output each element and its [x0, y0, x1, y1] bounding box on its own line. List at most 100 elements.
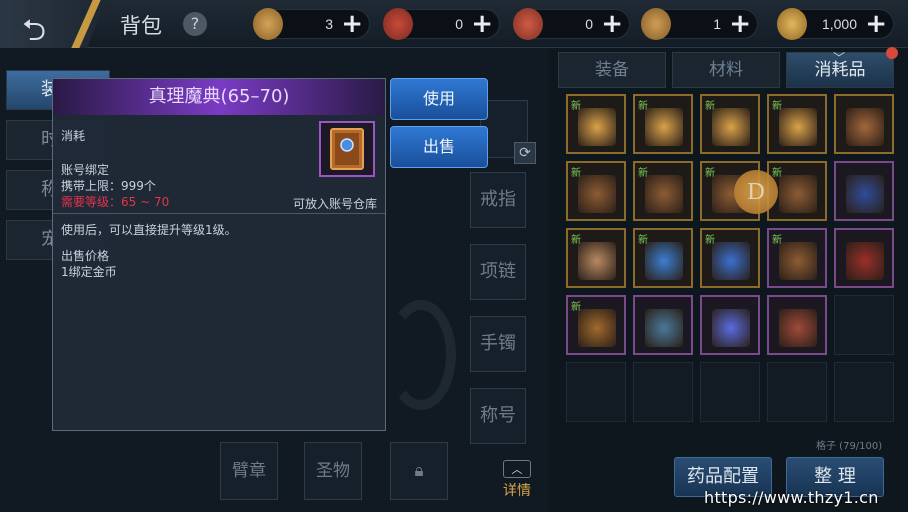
- add-currency-button[interactable]: +: [601, 10, 623, 38]
- inventory-slot[interactable]: 新: [566, 94, 626, 154]
- inventory-slot[interactable]: [834, 295, 894, 355]
- new-badge: 新: [638, 235, 648, 246]
- currency-scroll-ticket: 0 +: [383, 8, 500, 40]
- inventory-slot[interactable]: 新: [566, 228, 626, 288]
- detail-button[interactable]: ︿ 详情: [500, 460, 534, 500]
- equip-slot-bracelet[interactable]: 手镯: [470, 316, 526, 372]
- inventory-slot[interactable]: [834, 161, 894, 221]
- inventory-slot[interactable]: 新: [633, 161, 693, 221]
- item-name: 真理魔典(65–70): [53, 79, 385, 115]
- inventory-slot[interactable]: 新: [767, 94, 827, 154]
- item-icon: [645, 175, 683, 213]
- inventory-slot[interactable]: [700, 295, 760, 355]
- inventory-slot[interactable]: 新: [700, 94, 760, 154]
- new-badge: 新: [772, 235, 782, 246]
- add-currency-button[interactable]: +: [729, 10, 751, 38]
- item-icon: [846, 242, 884, 280]
- item-warehouse-note: 可放入账号仓库: [292, 197, 377, 211]
- inventory-slot[interactable]: [700, 362, 760, 422]
- item-icon: [712, 108, 750, 146]
- item-description: 使用后，可以直接提升等级1级。: [61, 223, 237, 237]
- inventory-slot[interactable]: 新: [633, 228, 693, 288]
- inventory-slot[interactable]: [834, 94, 894, 154]
- equip-slot-armband[interactable]: 臂章: [220, 442, 278, 500]
- item-icon: [779, 108, 817, 146]
- top-bar: ⮌ 背包 ? 3 + 0 + 0 + 1 + 1,000 +: [0, 0, 908, 48]
- bag-capacity: 格子 (79/100): [816, 441, 883, 452]
- item-icon: [578, 108, 616, 146]
- new-badge: 新: [772, 101, 782, 112]
- chevron-up-icon: ︿: [503, 460, 531, 478]
- inventory-slot[interactable]: 新: [767, 228, 827, 288]
- equip-slot-ring[interactable]: 戒指: [470, 172, 526, 228]
- inventory-slot[interactable]: [767, 362, 827, 422]
- inventory-slot[interactable]: [834, 362, 894, 422]
- currency-token: 1 +: [641, 8, 758, 40]
- tab-materials[interactable]: 材料: [672, 52, 780, 88]
- tab-equipment[interactable]: 装备: [558, 52, 666, 88]
- add-currency-button[interactable]: +: [865, 10, 887, 38]
- inventory-slot[interactable]: 新: [700, 228, 760, 288]
- currency-value: 3: [325, 16, 333, 32]
- equip-slot-relic[interactable]: 圣物: [304, 442, 362, 500]
- character-ring-decoration: [386, 300, 456, 410]
- sell-button[interactable]: 出售: [390, 126, 488, 168]
- lock-icon: 🔒︎: [414, 461, 424, 481]
- item-bind: 账号绑定: [61, 163, 110, 177]
- inventory-slot[interactable]: 新: [566, 161, 626, 221]
- scroll-ticket-icon: [383, 8, 413, 40]
- new-badge: 新: [571, 302, 581, 313]
- help-icon[interactable]: ?: [183, 12, 207, 36]
- item-icon: [578, 175, 616, 213]
- new-badge: 新: [571, 168, 581, 179]
- new-badge: 新: [705, 101, 715, 112]
- chevron-down-icon: ﹀: [833, 51, 846, 65]
- floating-coin-icon[interactable]: D: [734, 170, 778, 214]
- inventory-slot[interactable]: [633, 295, 693, 355]
- inventory-slot[interactable]: 新: [566, 295, 626, 355]
- currency-coin-bag: 3 +: [253, 8, 370, 40]
- currency-value: 1: [713, 16, 721, 32]
- currency-value: 0: [585, 16, 593, 32]
- tooltip-divider: [53, 213, 385, 214]
- price-label: 出售价格: [61, 249, 110, 263]
- item-icon: [846, 175, 884, 213]
- item-icon: [779, 175, 817, 213]
- item-carry-limit: 携带上限：999个: [61, 179, 156, 193]
- inventory-slot[interactable]: [633, 362, 693, 422]
- item-icon: [779, 242, 817, 280]
- item-icon: [779, 309, 817, 347]
- currency-scroll-ticket-2: 0 +: [513, 8, 630, 40]
- item-icon: [846, 108, 884, 146]
- add-currency-button[interactable]: +: [341, 10, 363, 38]
- inventory-slot[interactable]: [834, 228, 894, 288]
- detail-label: 详情: [503, 483, 531, 499]
- inventory-slot[interactable]: [566, 362, 626, 422]
- refresh-icon[interactable]: ⟳: [514, 142, 536, 164]
- new-badge: 新: [705, 168, 715, 179]
- equip-slot-title[interactable]: 称号: [470, 388, 526, 444]
- use-button[interactable]: 使用: [390, 78, 488, 120]
- item-icon: [712, 309, 750, 347]
- item-icon: [578, 309, 616, 347]
- new-badge: 新: [705, 235, 715, 246]
- currency-value: 1,000: [821, 16, 857, 32]
- item-tooltip: 真理魔典(65–70) 消耗 账号绑定 携带上限：999个 需要等级：65 ~ …: [52, 78, 386, 431]
- item-icon: [645, 242, 683, 280]
- equip-slot-necklace[interactable]: 项链: [470, 244, 526, 300]
- page-title: 背包: [120, 14, 162, 38]
- item-icon: [645, 108, 683, 146]
- inventory-slot[interactable]: [767, 295, 827, 355]
- add-currency-button[interactable]: +: [471, 10, 493, 38]
- locked-slot[interactable]: 🔒︎: [390, 442, 448, 500]
- token-icon: [641, 8, 671, 40]
- new-badge: 新: [638, 168, 648, 179]
- gold-coin-icon: [777, 8, 807, 40]
- tome-icon: [319, 121, 375, 177]
- currency-value: 0: [455, 16, 463, 32]
- inventory-slot[interactable]: 新: [633, 94, 693, 154]
- item-icon: [578, 242, 616, 280]
- item-level-req: 需要等级：65 ~ 70: [61, 195, 170, 209]
- scroll-ticket-2-icon: [513, 8, 543, 40]
- tab-consumables[interactable]: ﹀ 消耗品: [786, 47, 898, 88]
